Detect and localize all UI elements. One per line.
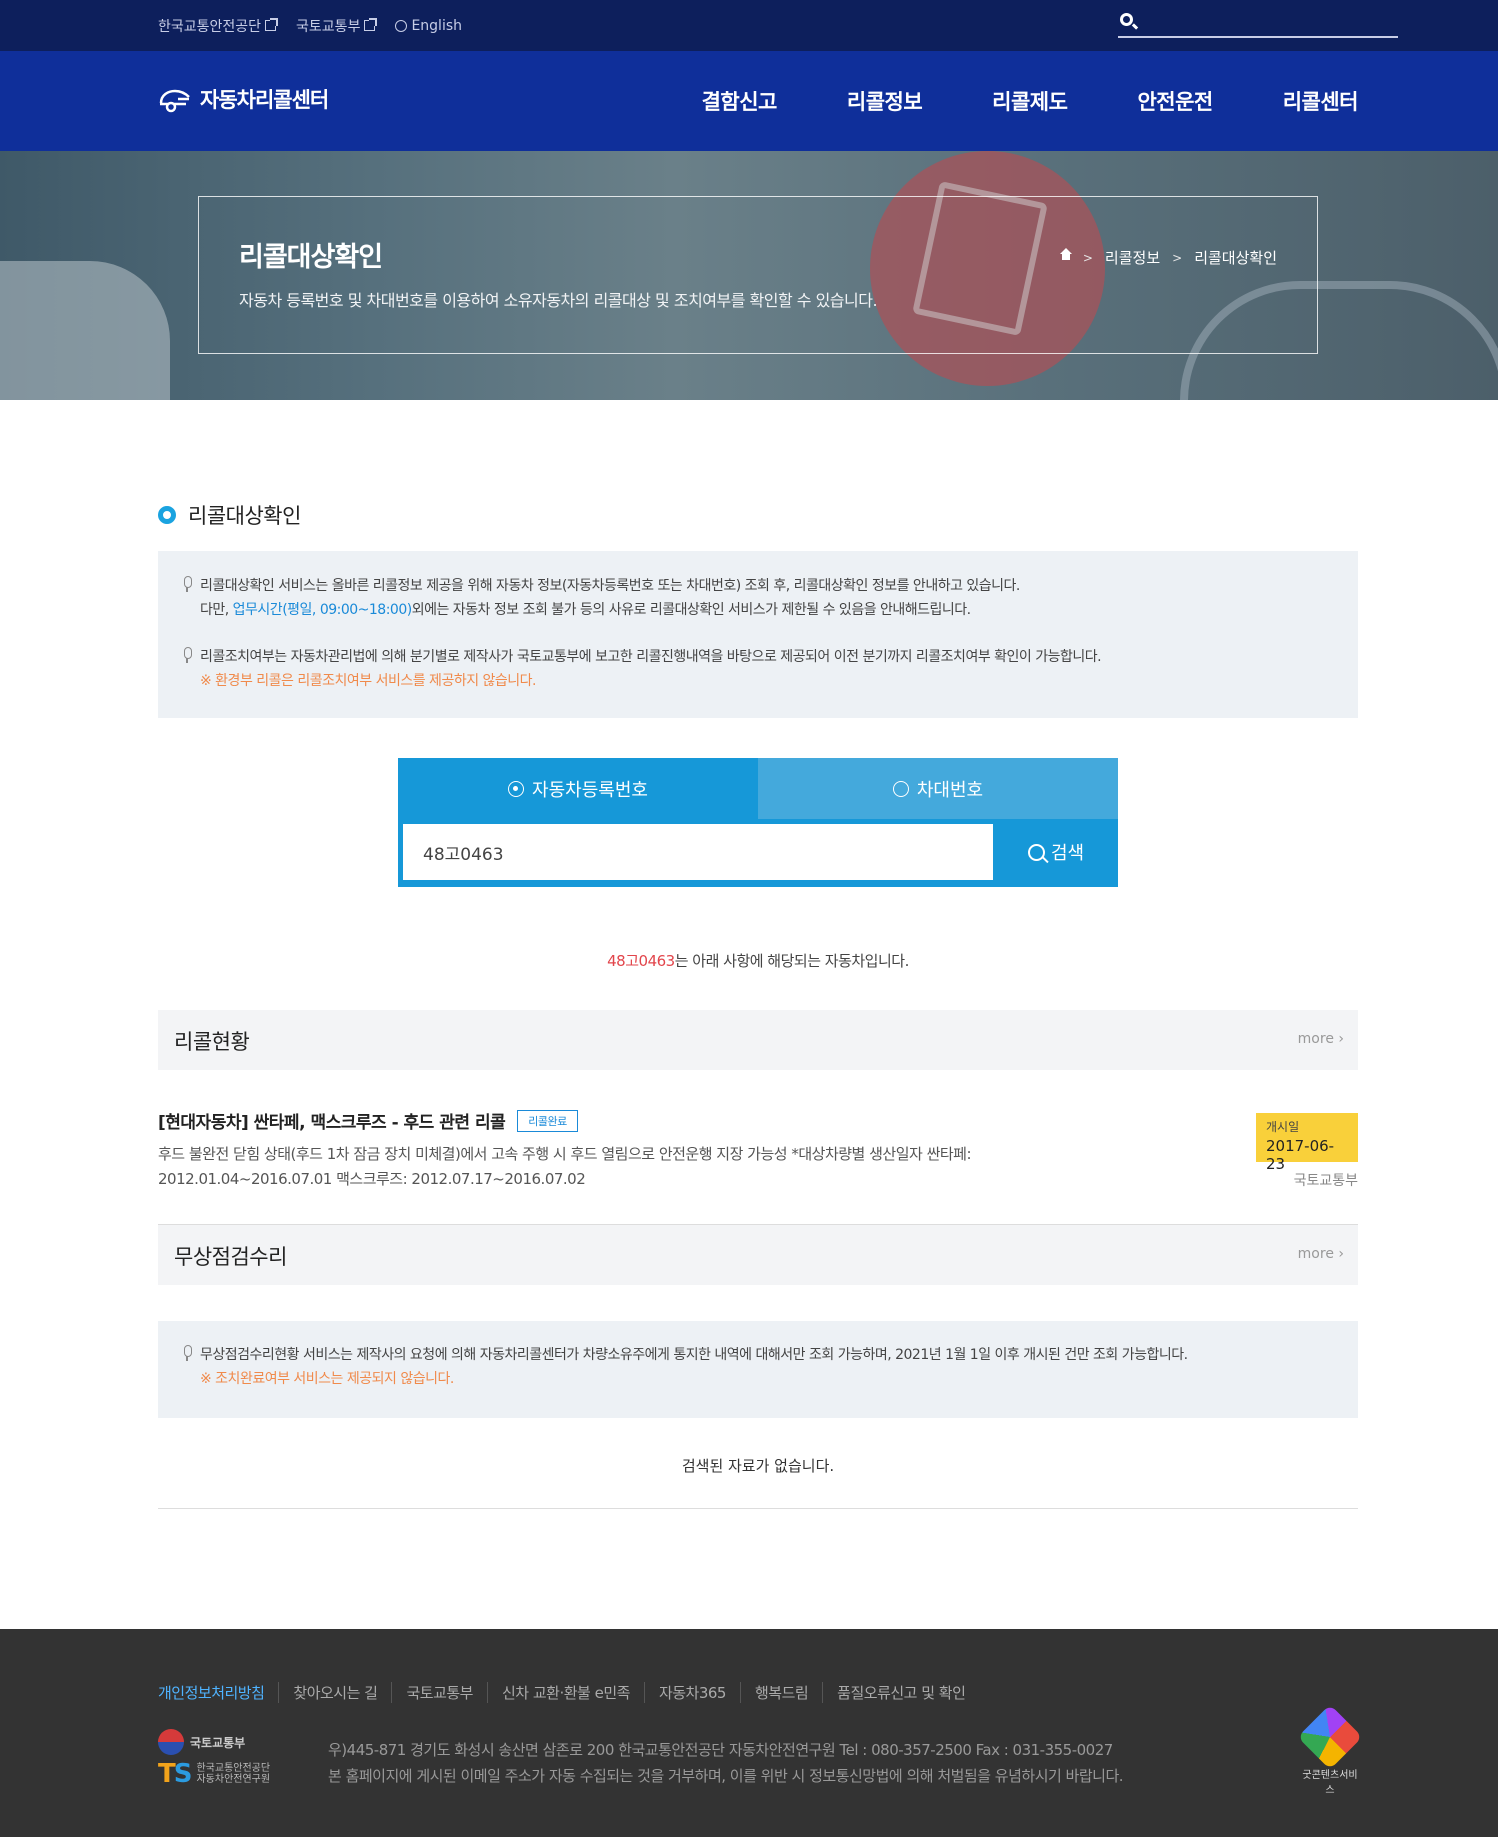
footer: 개인정보처리방침 찾아오시는 길 국토교통부 신차 교환·환불 e민족 자동차3… [0,1629,1498,1837]
mic-icon [182,647,192,663]
breadcrumb-recall-info[interactable]: 리콜정보 [1105,247,1160,268]
utility-links: 한국교통안전공단 국토교통부 English [158,0,462,51]
free-repair-header: 무상점검수리 more › [158,1225,1358,1285]
recall-item-org: 국토교통부 [1293,1173,1358,1189]
tab-vin[interactable]: 차대번호 [758,758,1118,819]
recall-item-title[interactable]: [현대자동차] 싼타페, 맥스크루즈 - 후드 관련 리콜 리콜완료 [158,1108,578,1133]
breadcrumb: > 리콜정보 > 리콜대상확인 [1059,247,1277,268]
nav-safe-driving[interactable]: 안전운전 [1137,86,1213,116]
recall-status-title: 리콜현황 [174,1030,250,1054]
radio-unchecked-icon[interactable] [892,780,909,797]
external-link-icon [364,18,378,31]
info-row: 무상점검수리현황 서비스는 제작사의 요청에 의해 자동차리콜센터가 차량소유주… [182,1343,1188,1391]
hero-bg-shape [0,261,170,400]
plate-number-input[interactable] [403,824,993,880]
footer-link-happydream[interactable]: 행복드림 [739,1682,822,1703]
taegeuk-icon [158,1729,184,1755]
main-navigation: 자동차리콜센터 결함신고 리콜정보 리콜제도 안전운전 리콜센터 [0,51,1498,151]
external-link-icon [265,18,279,31]
recall-search-panel: 자동차등록번호 차대번호 검색 [398,758,1118,887]
radio-checked-icon[interactable] [508,780,525,797]
info-row: 리콜조치여부는 자동차관리법에 의해 분기별로 제작사가 국토교통부에 보고한 … [182,645,1102,693]
status-badge: 리콜완료 [517,1109,578,1132]
recall-item-description: 후드 불완전 닫힘 상태(후드 1차 잠금 장치 미체결)에서 고속 주행 시 … [158,1145,972,1188]
footer-link-privacy[interactable]: 개인정보처리방침 [158,1682,278,1703]
footer-link-directions[interactable]: 찾아오시는 길 [278,1682,391,1703]
globe-icon [395,19,408,32]
site-logo[interactable]: 자동차리콜센터 [158,84,329,114]
footer-link-ecar[interactable]: 신차 교환·환불 e민족 [487,1682,644,1703]
info-box-recall: 리콜대상확인 서비스는 올바른 리콜정보 제공을 위해 자동차 정보(자동차등록… [158,551,1358,718]
link-kotsa[interactable]: 한국교통안전공단 [158,16,279,36]
free-repair-title: 무상점검수리 [174,1245,287,1269]
free-repair-more-link[interactable]: more › [1298,1246,1344,1262]
mic-icon [182,576,192,592]
tab-registration-number[interactable]: 자동차등록번호 [398,758,758,819]
section-title: 리콜대상확인 [158,500,301,530]
recall-status-more-link[interactable]: more › [1298,1031,1344,1047]
logo-text: 자동차리콜센터 [200,88,329,112]
breadcrumb-current[interactable]: 리콜대상확인 [1194,247,1277,268]
chevron-right-icon: > [1172,250,1183,265]
home-icon[interactable] [1059,247,1072,263]
no-data-message: 검색된 자료가 없습니다. [681,1457,835,1475]
search-icon [1027,843,1045,861]
divider [158,1508,1358,1509]
global-search-input[interactable] [1118,10,1398,38]
business-hours: 업무시간(평일, 09:00~18:00) [232,602,413,618]
nav-defect-report[interactable]: 결함신고 [702,86,778,116]
good-content-logo-icon [1297,1704,1363,1770]
footer-link-quality-report[interactable]: 품질오류신고 및 확인 [822,1682,979,1703]
chevron-right-icon: > [1082,250,1093,265]
footer-links: 개인정보처리방침 찾아오시는 길 국토교통부 신차 교환·환불 e민족 자동차3… [158,1682,979,1703]
footer-logos: 국토교통부 TS 한국교통안전공단 자동차안전연구원 [158,1729,288,1789]
nav-recall-center[interactable]: 리콜센터 [1283,86,1359,116]
ts-logo: TS 한국교통안전공단 자동차안전연구원 [158,1758,271,1789]
info-box-free-repair: 무상점검수리현황 서비스는 제작사의 요청에 의해 자동차리콜센터가 차량소유주… [158,1321,1358,1418]
search-button[interactable]: 검색 [994,824,1118,880]
molit-logo: 국토교통부 [158,1729,288,1755]
link-english[interactable]: English [395,18,462,34]
mic-icon [182,1345,192,1361]
search-icon[interactable] [1120,13,1133,26]
link-molit[interactable]: 국토교통부 [296,16,378,36]
chevron-right-icon: › [1338,1031,1344,1047]
ts-mark-icon: TS [158,1758,192,1789]
car-logo-icon [159,89,190,113]
footer-link-car365[interactable]: 자동차365 [643,1682,740,1703]
hero-box: 리콜대상확인 자동차 등록번호 및 차대번호를 이용하여 소유자동차의 리콜대상… [198,196,1318,354]
hero-banner: 리콜대상확인 자동차 등록번호 및 차대번호를 이용하여 소유자동차의 리콜대상… [0,151,1498,400]
nav-recall-system[interactable]: 리콜제도 [992,86,1068,116]
nav-recall-info[interactable]: 리콜정보 [847,86,923,116]
result-plate: 48고0463 [607,952,675,970]
footer-link-molit[interactable]: 국토교통부 [391,1682,487,1703]
chevron-right-icon: › [1338,1246,1344,1262]
good-content-service-badge[interactable]: 굿콘텐츠서비스 [1297,1704,1363,1796]
result-message: 48고0463는 아래 사항에 해당되는 자동차입니다. [607,952,909,970]
footer-address: 우)445-871 경기도 화성시 송산면 삼존로 200 한국교통안전공단 자… [328,1741,1124,1785]
recall-status-header: 리콜현황 more › [158,1010,1358,1070]
top-utility-bar: 한국교통안전공단 국토교통부 English [0,0,1498,51]
page-title: 리콜대상확인 [239,242,383,273]
page-description: 자동차 등록번호 및 차대번호를 이용하여 소유자동차의 리콜대상 및 조치여부… [239,291,878,310]
nav-menu: 결함신고 리콜정보 리콜제도 안전운전 리콜센터 [702,51,1359,151]
bullet-ring-icon [158,506,176,524]
info-row: 리콜대상확인 서비스는 올바른 리콜정보 제공을 위해 자동차 정보(자동차등록… [182,574,1020,622]
start-date-box: 개시일 2017-06-23 [1256,1113,1358,1173]
